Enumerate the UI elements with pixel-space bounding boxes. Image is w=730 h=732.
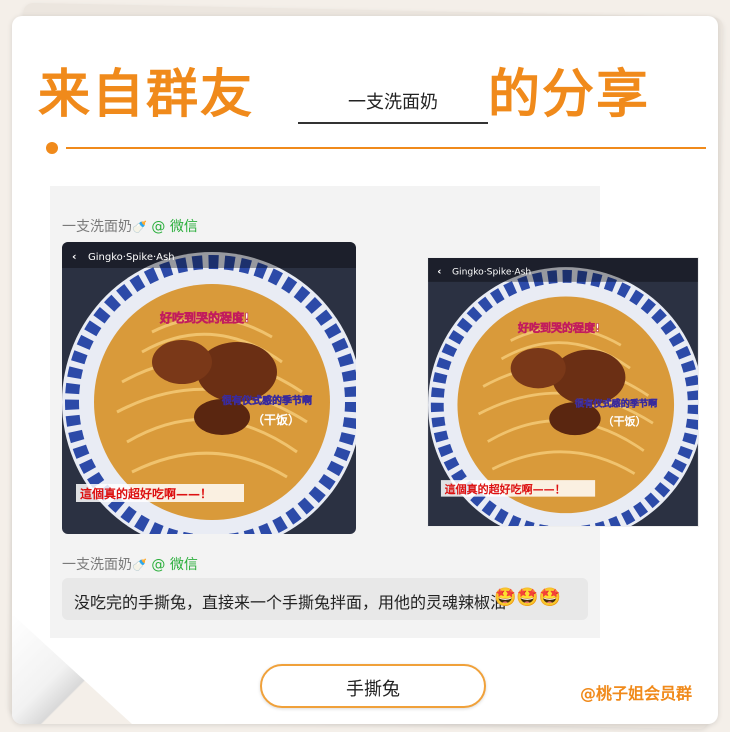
photo-caption-3: （干饭）	[252, 412, 300, 427]
platform-label: @ 微信	[151, 219, 198, 235]
title-divider	[46, 142, 706, 154]
tag-pill[interactable]: 手撕兔	[260, 664, 486, 708]
member-name: 一支洗面奶	[348, 92, 438, 113]
photo-caption-4b: 這個真的超好吃啊——！	[445, 482, 566, 496]
noodle-bowl-image-enlarged: ‹ Gingko‧Spike‧Ash 好吃到哭的程度! 很有仪式感的季节啊 （干…	[428, 258, 698, 526]
title-left-text: 来自群友	[38, 65, 255, 125]
photo-caption-1b: 好吃到哭的程度!	[517, 320, 600, 334]
message-bubble[interactable]: 没吃完的手撕兔，直接来一个手撕兔拌面，用他的灵魂辣椒油 🤩🤩🤩	[62, 578, 588, 620]
photo-username-2: Gingko‧Spike‧Ash	[452, 267, 531, 278]
sender-label-2: 一支洗面奶🍼 @ 微信	[62, 554, 198, 574]
photo-caption-2: 很有仪式感的季节啊	[221, 394, 312, 407]
baby-bottle-icon: 🍼	[132, 558, 147, 572]
sender-name-2: 一支洗面奶	[62, 557, 132, 573]
photo-caption-1: 好吃到哭的程度!	[159, 310, 249, 325]
title-name-blank: 一支洗面奶	[298, 60, 488, 124]
divider-dot	[46, 142, 58, 154]
star-struck-emoji-icon: 🤩🤩🤩	[494, 587, 562, 608]
baby-bottle-icon: 🍼	[132, 220, 147, 234]
brand-signature: @桃子姐会员群	[580, 684, 693, 703]
share-card: 来自群友 一支洗面奶 的分享 一支洗面奶🍼 @ 微信 ‹ Gingko‧Spik…	[12, 16, 718, 724]
title-right-text: 的分享	[488, 65, 651, 125]
photo-caption-4: 這個真的超好吃啊——！	[80, 486, 212, 501]
svg-text:‹: ‹	[437, 267, 441, 278]
message-text: 没吃完的手撕兔，直接来一个手撕兔拌面，用他的灵魂辣椒油	[74, 593, 507, 612]
sender-label: 一支洗面奶🍼 @ 微信	[62, 216, 198, 236]
svg-text:‹: ‹	[72, 250, 77, 263]
platform-label-2: @ 微信	[151, 557, 198, 573]
page-title: 来自群友 一支洗面奶 的分享	[38, 60, 698, 130]
shared-food-photo-enlarged[interactable]: ‹ Gingko‧Spike‧Ash 好吃到哭的程度! 很有仪式感的季节啊 （干…	[428, 258, 698, 526]
photo-username: Gingko‧Spike‧Ash	[88, 252, 175, 263]
sender-name: 一支洗面奶	[62, 219, 132, 235]
photo-caption-3b: （干饭）	[602, 414, 646, 428]
divider-line	[66, 147, 706, 149]
noodle-bowl-image: ‹ Gingko‧Spike‧Ash 好吃到哭的程度! 很有仪式感的季节啊 （干…	[62, 242, 356, 534]
photo-caption-2b: 很有仪式感的季节啊	[574, 398, 657, 410]
tag-label: 手撕兔	[346, 679, 400, 700]
shared-food-photo[interactable]: ‹ Gingko‧Spike‧Ash 好吃到哭的程度! 很有仪式感的季节啊 （干…	[62, 242, 356, 534]
